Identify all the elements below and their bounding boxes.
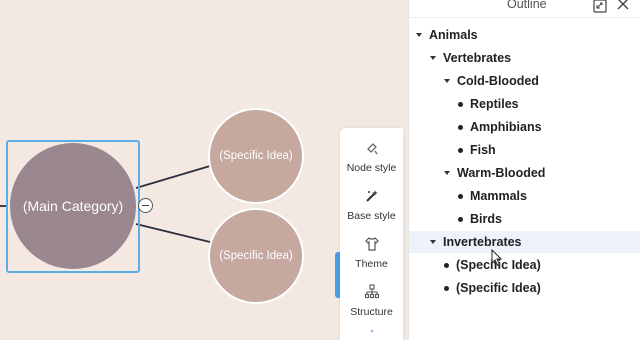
bullet-icon: [458, 101, 463, 107]
collapse-caret-icon[interactable]: [416, 33, 422, 37]
outline-item-label: Fish: [470, 143, 496, 157]
outline-item[interactable]: (Specific Idea): [409, 254, 640, 276]
bullet-icon: [444, 262, 449, 268]
outline-item-label: (Specific Idea): [456, 281, 541, 295]
bullet-icon: [458, 147, 463, 153]
theme-button[interactable]: Theme: [340, 234, 403, 282]
base-style-label: Base style: [347, 210, 396, 222]
specific-idea-label: (Specific Idea): [219, 250, 293, 262]
specific-idea-node[interactable]: (Specific Idea): [208, 108, 304, 204]
outline-item-highlighted[interactable]: Invertebrates: [409, 231, 640, 253]
node-style-button[interactable]: Node style: [340, 138, 403, 186]
outline-item[interactable]: Fish: [409, 139, 640, 161]
collapse-caret-icon[interactable]: [444, 79, 450, 83]
main-category-label: (Main Category): [22, 198, 124, 214]
structure-icon: [364, 284, 379, 299]
structure-button[interactable]: Structure: [340, 282, 403, 330]
outline-item-label: Reptiles: [470, 97, 519, 111]
node-style-label: Node style: [346, 162, 397, 174]
bullet-icon: [458, 124, 463, 130]
outline-title: Outline: [507, 0, 547, 11]
outline-item[interactable]: Cold-Blooded: [409, 70, 640, 92]
outline-item-label: Vertebrates: [443, 51, 512, 65]
outline-item[interactable]: Birds: [409, 208, 640, 230]
node-style-icon: [366, 143, 378, 155]
outline-item[interactable]: Vertebrates: [409, 47, 640, 69]
specific-idea-label: (Specific Idea): [219, 150, 293, 162]
outline-item[interactable]: Amphibians: [409, 116, 640, 138]
outline-panel: Outline Animals Vertebrates Cold-Blooded…: [408, 0, 640, 340]
outline-item[interactable]: Reptiles: [409, 93, 640, 115]
outline-item-label: Animals: [429, 28, 478, 42]
collapse-toggle-button[interactable]: [138, 198, 153, 213]
collapse-caret-icon[interactable]: [444, 171, 450, 175]
outline-list-icon: [370, 330, 373, 333]
outline-item[interactable]: Mammals: [409, 185, 640, 207]
outline-item-label: Birds: [470, 212, 502, 226]
bullet-icon: [444, 285, 449, 291]
outline-item-label: Invertebrates: [443, 235, 522, 249]
outline-item-label: Cold-Blooded: [457, 74, 539, 88]
structure-label: Structure: [350, 306, 393, 318]
bullet-icon: [458, 216, 463, 222]
collapse-caret-icon[interactable]: [430, 240, 436, 244]
close-icon[interactable]: [616, 0, 630, 11]
outline-view-button[interactable]: [340, 328, 403, 340]
outline-item-label: Amphibians: [470, 120, 542, 134]
theme-label: Theme: [355, 258, 388, 270]
base-style-button[interactable]: Base style: [340, 186, 403, 234]
collapse-caret-icon[interactable]: [430, 56, 436, 60]
format-toolbar: Node style Base style Theme Structure: [340, 128, 403, 340]
specific-idea-node[interactable]: (Specific Idea): [208, 208, 304, 304]
base-style-icon: [365, 190, 378, 202]
mouse-cursor-icon: [491, 249, 503, 267]
main-category-node[interactable]: (Main Category): [10, 143, 136, 269]
outline-item[interactable]: Animals: [409, 24, 640, 46]
theme-icon: [364, 237, 379, 251]
bullet-icon: [458, 193, 463, 199]
outline-item-label: Warm-Blooded: [457, 166, 546, 180]
expand-icon[interactable]: [593, 0, 607, 13]
outline-item-label: Mammals: [470, 189, 527, 203]
outline-item[interactable]: Warm-Blooded: [409, 162, 640, 184]
outline-item[interactable]: (Specific Idea): [409, 277, 640, 299]
outline-header: Outline: [409, 0, 640, 18]
